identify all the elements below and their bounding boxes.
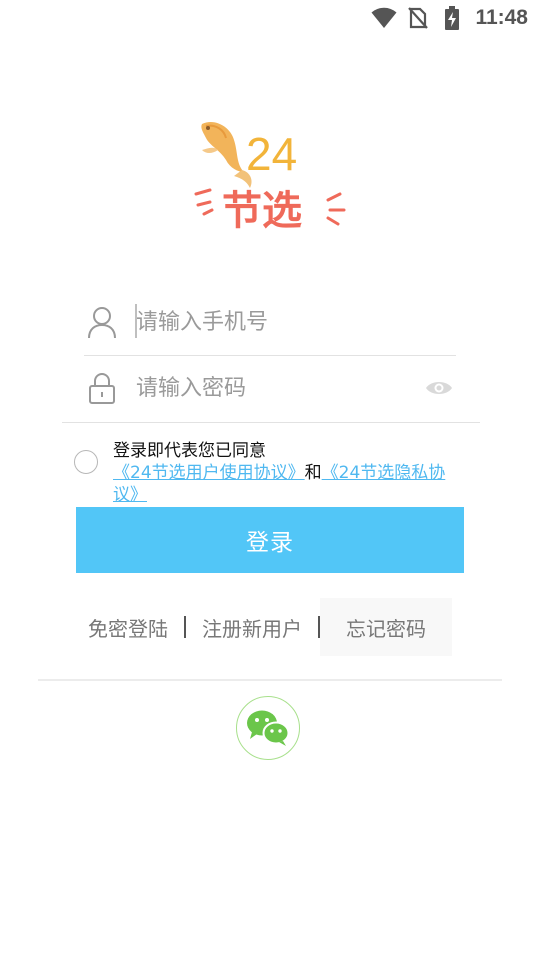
battery-charging-icon [439,6,465,30]
link-separator [184,616,186,638]
wechat-login-button[interactable] [236,696,300,760]
agreement-checkbox[interactable] [74,450,98,474]
forgot-password-link[interactable]: 忘记密码 [320,598,452,656]
wechat-icon [247,710,290,746]
user-icon [84,304,120,340]
text-cursor [135,304,137,338]
agreement-prefix: 登录即代表您已同意 [113,441,266,461]
no-sim-icon [405,6,431,30]
agreement-text: 登录即代表您已同意《24节选用户使用协议》和《24节选隐私协议》 [113,440,454,506]
divider [38,679,502,681]
login-screen: 11:48 24 节选 请输入手机号 登录即代表您已同意《24节选用户使用协议》… [0,0,540,960]
eye-icon[interactable] [422,373,456,403]
status-bar: 11:48 [0,0,540,36]
phone-input[interactable] [136,302,456,342]
user-agreement-link[interactable]: 《24节选用户使用协议》 [113,463,305,483]
agreement-row: 登录即代表您已同意《24节选用户使用协议》和《24节选隐私协议》 [74,440,454,506]
agreement-conjunction: 和 [304,463,322,483]
register-link[interactable]: 注册新用户 [202,613,302,642]
phone-input-row [84,289,456,356]
auth-links: 免密登陆 注册新用户 忘记密码 [76,598,480,656]
password-input-row [84,355,456,421]
login-button[interactable]: 登录 [76,507,464,573]
passwordless-login-link[interactable]: 免密登陆 [88,613,168,642]
svg-text:节选: 节选 [222,188,302,234]
status-time: 11:48 [475,6,528,29]
koi-fish-icon: 24 节选 [194,121,346,234]
password-input[interactable] [136,368,422,408]
divider [62,422,480,423]
svg-text:24: 24 [246,128,297,180]
lock-icon [84,370,120,406]
wifi-icon [371,6,397,30]
app-logo: 24 节选 [188,110,348,235]
